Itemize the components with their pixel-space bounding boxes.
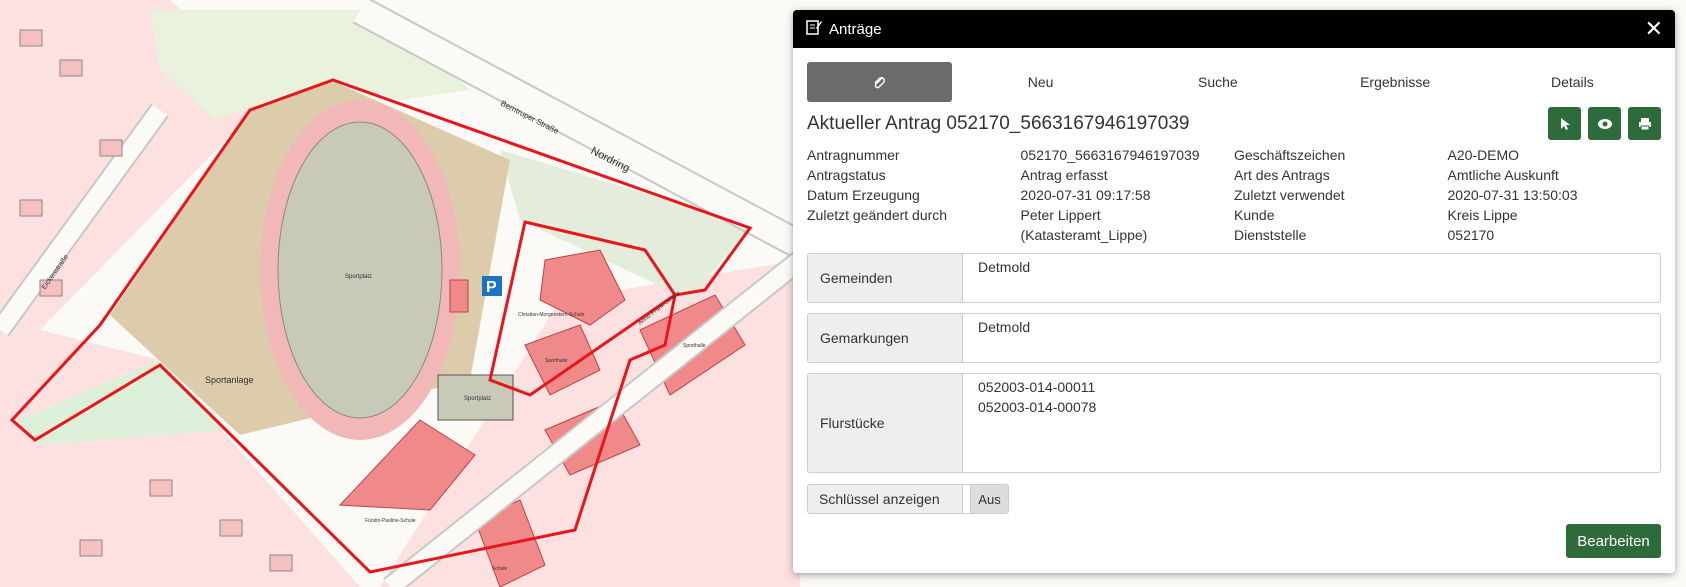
- info-label: Kunde: [1234, 207, 1275, 223]
- edit-document-icon: [805, 18, 823, 41]
- gemarkungen-value: Detmold: [978, 319, 1031, 335]
- info-value: Antrag erfasst: [1020, 167, 1108, 183]
- info-value: (Katasteramt_Lippe): [1020, 227, 1148, 243]
- paperclip-icon: [874, 77, 885, 89]
- cursor-icon: [1560, 117, 1570, 130]
- page-title: Aktueller Antrag 052170_5663167946197039: [807, 113, 1190, 134]
- tab-ergebnisse[interactable]: Ergebnisse: [1307, 62, 1484, 102]
- info-value: Peter Lippert: [1020, 207, 1101, 223]
- flurstueck-item: 052003-014-00078: [978, 399, 1097, 415]
- info-row: Antragnummer 052170_5663167946197039 Ges…: [807, 145, 1661, 165]
- map-label-schule: Christian-Morgenstern-Schule: [518, 312, 585, 318]
- print-button[interactable]: [1628, 107, 1661, 140]
- info-value: 2020-07-31 09:17:58: [1020, 187, 1151, 203]
- info-label: Zuletzt verwendet: [1234, 187, 1345, 203]
- tab-neu[interactable]: Neu: [952, 62, 1129, 102]
- flurstueck-item: 052003-014-00011: [978, 379, 1096, 395]
- printer-icon: [1638, 117, 1651, 130]
- tool-buttons: [1548, 107, 1661, 140]
- info-label: [807, 225, 1021, 245]
- antraege-panel: Anträge ✕ Neu Suche Ergebnisse Details A…: [793, 10, 1675, 573]
- map-label-sportplatz-2: Sportplatz: [464, 396, 491, 402]
- info-label: Dienststelle: [1234, 227, 1307, 243]
- info-value: 052170: [1447, 227, 1495, 243]
- info-row: Zuletzt geändert durch Peter Lippert Kun…: [807, 205, 1661, 225]
- info-value: Amtliche Auskunft: [1447, 167, 1559, 183]
- map-label-schule-2: Schule: [492, 566, 508, 572]
- tab-suche[interactable]: Suche: [1129, 62, 1306, 102]
- info-row: Antragstatus Antrag erfasst Art des Antr…: [807, 165, 1661, 185]
- map-label-sportanlage: Sportanlage: [205, 375, 254, 385]
- map-label-sporthalle-1: Sporthalle: [545, 358, 568, 364]
- panel-title: Anträge: [829, 20, 882, 38]
- tab-attachments[interactable]: [807, 62, 952, 102]
- gemeinden-label: Gemeinden: [808, 254, 963, 302]
- map-label-sportplatz-1: Sportplatz: [345, 274, 372, 280]
- map-label-fuerstin: Fürstin-Pauline-Schule: [365, 518, 416, 524]
- info-value: 2020-07-31 13:50:03: [1447, 187, 1578, 203]
- info-row: Datum Erzeugung 2020-07-31 09:17:58 Zule…: [807, 185, 1661, 205]
- info-label: Datum Erzeugung: [807, 187, 920, 203]
- bearbeiten-button[interactable]: Bearbeiten: [1566, 524, 1661, 558]
- info-value: A20-DEMO: [1447, 147, 1520, 163]
- info-label: Art des Antrags: [1234, 167, 1330, 183]
- info-row: (Katasteramt_Lippe) Dienststelle 052170: [807, 225, 1661, 245]
- schluessel-toggle[interactable]: Schlüssel anzeigen Aus: [807, 484, 1009, 514]
- gemeinden-value: Detmold: [978, 259, 1031, 275]
- parking-label: P: [486, 279, 497, 296]
- info-label: Zuletzt geändert durch: [807, 207, 948, 223]
- flurstuecke-list: 052003-014-00011 052003-014-00078: [963, 374, 1660, 472]
- info-label: Antragstatus: [807, 167, 886, 183]
- antrag-info: Antragnummer 052170_5663167946197039 Ges…: [807, 145, 1661, 245]
- flurstuecke-label: Flurstücke: [808, 374, 963, 472]
- panel-header: Anträge ✕: [793, 10, 1675, 48]
- toggle-label: Schlüssel anzeigen: [807, 484, 963, 514]
- gemeinden-field: Gemeinden Detmold: [807, 253, 1661, 303]
- info-value: 052170_5663167946197039: [1020, 147, 1200, 163]
- info-label: Geschäftszeichen: [1234, 147, 1346, 163]
- gemarkungen-field: Gemarkungen Detmold: [807, 313, 1661, 363]
- gemarkungen-label: Gemarkungen: [808, 314, 963, 362]
- flurstuecke-field: Flurstücke 052003-014-00011 052003-014-0…: [807, 373, 1661, 473]
- select-button[interactable]: [1548, 107, 1581, 140]
- toggle-knob[interactable]: [963, 484, 971, 514]
- view-button[interactable]: [1588, 107, 1621, 140]
- tab-details[interactable]: Details: [1484, 62, 1661, 102]
- toggle-state[interactable]: Aus: [971, 484, 1009, 514]
- info-label: Antragnummer: [807, 147, 900, 163]
- close-icon[interactable]: ✕: [1645, 18, 1663, 40]
- tab-bar: Neu Suche Ergebnisse Details: [807, 62, 1661, 102]
- map-label-sporthalle-2: Sporthalle: [683, 343, 706, 349]
- info-value: Kreis Lippe: [1447, 207, 1518, 223]
- eye-icon: [1597, 118, 1612, 129]
